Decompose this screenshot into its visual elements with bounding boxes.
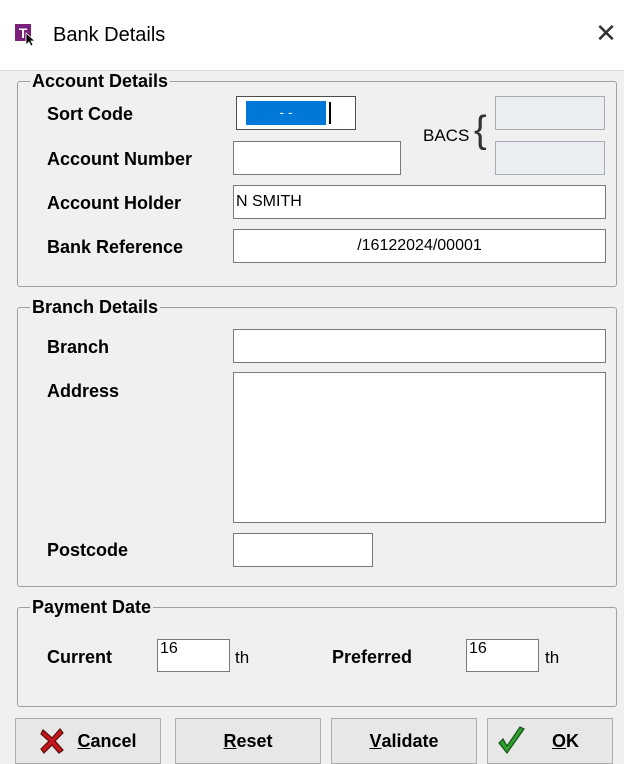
branch-label: Branch — [47, 337, 110, 357]
bacs-field-2 — [495, 141, 605, 175]
branch-input[interactable] — [233, 329, 606, 363]
preferred-suffix: th — [545, 648, 560, 667]
reset-label: eset — [236, 730, 273, 751]
bacs-field-1 — [495, 96, 605, 130]
text-caret — [329, 102, 331, 124]
current-label: Current — [47, 647, 113, 667]
ok-mnemonic: O — [552, 730, 567, 751]
account-details-legend: Account Details — [32, 71, 169, 91]
window-title: Bank Details — [53, 24, 166, 46]
close-icon[interactable]: ✕ — [594, 20, 618, 46]
branch-details-legend: Branch Details — [32, 297, 159, 317]
account-holder-input[interactable]: N SMITH — [233, 185, 606, 219]
validate-label: alidate — [381, 730, 439, 751]
cancel-button[interactable]: Cancel — [15, 718, 161, 764]
postcode-label: Postcode — [47, 540, 129, 560]
cancel-icon — [40, 728, 65, 754]
ok-button[interactable]: OK — [487, 718, 613, 764]
title-bar: T Bank Details ✕ — [0, 0, 624, 71]
postcode-input[interactable] — [233, 533, 373, 567]
current-day-input[interactable]: 16 — [157, 639, 230, 672]
sort-code-label: Sort Code — [47, 104, 134, 124]
current-suffix: th — [235, 648, 250, 667]
reset-button[interactable]: Reset — [175, 718, 321, 764]
bacs-label: BACS — [423, 126, 470, 145]
validate-mnemonic: V — [369, 730, 382, 751]
bacs-brace: { — [474, 109, 487, 151]
account-number-label: Account Number — [47, 149, 193, 169]
validate-button[interactable]: Validate — [331, 718, 477, 764]
account-number-input[interactable] — [233, 141, 401, 175]
app-icon: T — [15, 24, 35, 46]
preferred-label: Preferred — [332, 647, 413, 667]
address-textarea[interactable] — [233, 372, 606, 523]
preferred-day-input[interactable]: 16 — [466, 639, 539, 672]
sort-code-input[interactable]: - - — [236, 96, 356, 130]
account-holder-label: Account Holder — [47, 193, 182, 213]
address-label: Address — [47, 381, 120, 401]
bank-reference-input[interactable]: /16122024/00001 — [233, 229, 606, 263]
cancel-mnemonic: C — [77, 730, 91, 751]
payment-date-legend: Payment Date — [32, 597, 152, 617]
checkmark-icon — [498, 726, 525, 754]
sort-code-selection: - - — [246, 101, 326, 125]
bank-reference-label: Bank Reference — [47, 237, 184, 257]
cancel-label: ancel — [90, 730, 137, 751]
reset-mnemonic: R — [223, 730, 237, 751]
ok-label: K — [566, 730, 580, 751]
